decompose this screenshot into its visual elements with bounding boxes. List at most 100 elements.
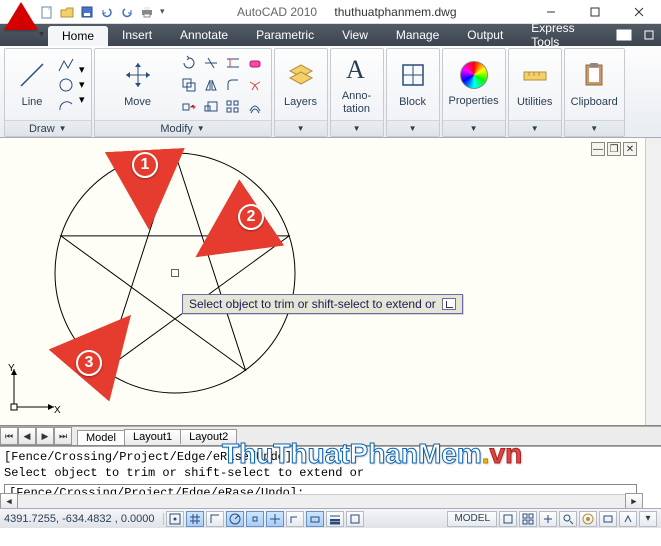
layout-tab-layout1[interactable]: Layout1 xyxy=(124,429,181,444)
layout-tab-layout2[interactable]: Layout2 xyxy=(180,429,237,444)
open-icon[interactable] xyxy=(60,5,74,19)
scroll-right-button[interactable]: ▶ xyxy=(625,493,643,509)
stretch-icon[interactable] xyxy=(179,97,199,117)
panel-clipboard[interactable]: Clipboard ▼ xyxy=(564,48,625,137)
maximize-button[interactable] xyxy=(573,0,617,24)
layers-label: Layers xyxy=(284,96,317,108)
panel-properties[interactable]: Properties ▼ xyxy=(442,48,506,137)
move-button[interactable]: Move xyxy=(101,57,175,111)
status-osnap-icon[interactable] xyxy=(246,511,264,527)
annotation-label: Anno-tation xyxy=(342,90,371,114)
status-layout-grid-icon[interactable] xyxy=(499,511,517,527)
tab-minimize-ribbon[interactable] xyxy=(636,24,661,46)
line-label: Line xyxy=(22,96,43,108)
undo-icon[interactable] xyxy=(100,5,114,19)
close-button[interactable] xyxy=(617,0,661,24)
command-window: [Fence/Crossing/Project/Edge/eRase/Undo]… xyxy=(0,446,661,508)
ribbon: Line ▾ ▾ ▾ Draw▼ Move xyxy=(0,46,661,138)
offset-icon[interactable] xyxy=(245,97,265,117)
tab-express[interactable]: Express Tools xyxy=(517,24,611,46)
tab-view[interactable]: View xyxy=(328,24,382,46)
trim-icon[interactable] xyxy=(201,53,221,73)
circle-icon[interactable] xyxy=(57,76,75,94)
layout-last-button[interactable]: ⏭ xyxy=(54,427,72,445)
erase-icon[interactable] xyxy=(245,53,265,73)
tab-envelope[interactable] xyxy=(611,24,636,46)
drawing-viewport[interactable]: — ❐ ✕ 1 2 3 Select object to trim or shi… xyxy=(0,138,661,426)
array-icon[interactable] xyxy=(223,97,243,117)
status-polar-icon[interactable] xyxy=(226,511,244,527)
tab-parametric[interactable]: Parametric xyxy=(242,24,328,46)
svg-text:X: X xyxy=(54,405,61,415)
panel-modify-title[interactable]: Modify xyxy=(160,123,192,135)
draw-dd-3[interactable]: ▾ xyxy=(79,93,85,106)
status-coordinates[interactable]: 4391.7255, -634.4832 , 0.0000 xyxy=(4,513,164,525)
extend-icon[interactable] xyxy=(223,53,243,73)
draw-dd-1[interactable]: ▾ xyxy=(79,63,85,76)
panel-layers[interactable]: Layers ▼ xyxy=(274,48,328,137)
explode-icon[interactable] xyxy=(245,75,265,95)
new-icon[interactable] xyxy=(40,5,54,19)
fillet-icon[interactable] xyxy=(223,75,243,95)
status-bar: 4391.7255, -634.4832 , 0.0000 MODEL ▾ xyxy=(0,508,661,528)
move-label: Move xyxy=(124,96,151,108)
status-qp-icon[interactable] xyxy=(346,511,364,527)
status-snap-icon[interactable] xyxy=(166,511,184,527)
status-qview-icon[interactable] xyxy=(519,511,537,527)
draw-dd-2[interactable]: ▾ xyxy=(79,78,85,91)
layout-tab-model[interactable]: Model xyxy=(77,430,125,445)
tab-insert[interactable]: Insert xyxy=(108,24,166,46)
status-tray-settings-icon[interactable]: ▾ xyxy=(639,511,657,527)
redo-icon[interactable] xyxy=(120,5,134,19)
app-menu-button[interactable]: ▾ xyxy=(4,2,38,36)
status-otrack-icon[interactable] xyxy=(266,511,284,527)
tab-annotate[interactable]: Annotate xyxy=(166,24,242,46)
status-ortho-icon[interactable] xyxy=(206,511,224,527)
scroll-left-button[interactable]: ◀ xyxy=(0,493,18,509)
panel-utilities[interactable]: Utilities ▼ xyxy=(508,48,562,137)
status-pan-icon[interactable] xyxy=(539,511,557,527)
status-model-button[interactable]: MODEL xyxy=(447,511,497,527)
print-icon[interactable] xyxy=(140,5,154,19)
command-history-line: [Fence/Crossing/Project/Edge/eRase/Undo]… xyxy=(4,449,657,465)
command-h-scrollbar[interactable]: ◀ ▶ xyxy=(0,494,643,508)
polyline-icon[interactable] xyxy=(57,56,75,74)
tooltip-text: Select object to trim or shift-select to… xyxy=(189,297,436,311)
panel-draw-title[interactable]: Draw xyxy=(29,123,55,135)
command-history-line: Select object to trim or shift-select to… xyxy=(4,465,657,481)
layout-next-button[interactable]: ▶ xyxy=(36,427,54,445)
status-zoom-icon[interactable] xyxy=(559,511,577,527)
status-showmotion-icon[interactable] xyxy=(599,511,617,527)
status-ducs-icon[interactable] xyxy=(286,511,304,527)
status-grid-icon[interactable] xyxy=(186,511,204,527)
properties-icon xyxy=(460,61,488,89)
status-annoscale-icon[interactable] xyxy=(619,511,637,527)
dynamic-input-icon xyxy=(442,298,456,310)
callout-1: 1 xyxy=(132,152,158,178)
line-button[interactable]: Line xyxy=(11,57,53,111)
annotation-icon: A xyxy=(342,54,372,84)
tab-output[interactable]: Output xyxy=(453,24,517,46)
svg-text:Y: Y xyxy=(8,363,15,374)
status-steering-icon[interactable] xyxy=(579,511,597,527)
mirror-icon[interactable] xyxy=(201,75,221,95)
tab-home[interactable]: Home xyxy=(48,26,108,46)
save-icon[interactable] xyxy=(80,5,94,19)
layers-icon xyxy=(286,60,316,90)
panel-block[interactable]: Block ▼ xyxy=(386,48,440,137)
layout-prev-button[interactable]: ◀ xyxy=(18,427,36,445)
layout-first-button[interactable]: ⏮ xyxy=(0,427,18,445)
rotate-icon[interactable] xyxy=(179,53,199,73)
scale-icon[interactable] xyxy=(201,97,221,117)
move-icon xyxy=(123,60,153,90)
file-name: thuthuatphanmem.dwg xyxy=(334,5,456,19)
arc-icon[interactable] xyxy=(57,96,75,114)
tab-manage[interactable]: Manage xyxy=(382,24,453,46)
copy-icon[interactable] xyxy=(179,75,199,95)
status-lwt-icon[interactable] xyxy=(326,511,344,527)
minimize-button[interactable] xyxy=(529,0,573,24)
status-dyn-icon[interactable] xyxy=(306,511,324,527)
panel-annotation[interactable]: A Anno-tation ▼ xyxy=(330,48,384,137)
block-label: Block xyxy=(399,96,426,108)
layout-tab-bar: ⏮ ◀ ▶ ⏭ Model Layout1 Layout2 xyxy=(0,426,661,446)
